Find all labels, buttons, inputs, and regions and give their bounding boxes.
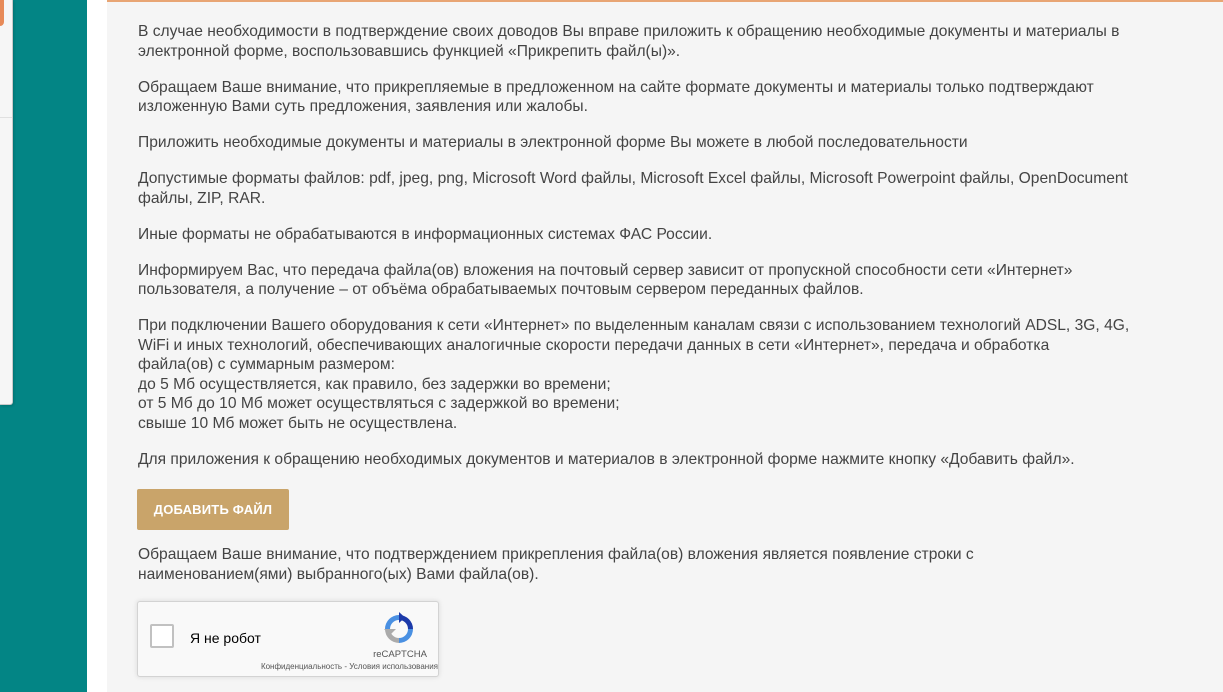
recaptcha-links: Конфиденциальность - Условия использован… xyxy=(238,662,438,671)
paragraph-attach-order: Приложить необходимые документы и матери… xyxy=(138,134,968,151)
attachment-confirmation-note: Обращаем Ваше внимание, что подтверждени… xyxy=(138,546,974,583)
recaptcha-terms-link[interactable]: Условия использования xyxy=(349,662,438,671)
recaptcha-privacy-link[interactable]: Конфиденциальность xyxy=(261,662,342,671)
paragraph-attach-note: Обращаем Ваше внимание, что прикрепляемы… xyxy=(138,78,1094,116)
recaptcha-label: Я не робот xyxy=(190,630,261,646)
paragraph-transfer-info: Информируем Вас, что передача файла(ов) … xyxy=(138,261,1073,299)
paragraph-add-file-hint: Для приложения к обращению необходимых д… xyxy=(138,450,1075,468)
panel-divider xyxy=(0,117,12,118)
orange-tab-edge xyxy=(0,0,4,26)
gutter xyxy=(87,0,107,692)
add-file-button[interactable]: ДОБАВИТЬ ФАЙЛ xyxy=(137,489,289,530)
teal-sidebar-strip xyxy=(0,0,87,692)
main-content: В случае необходимости в подтверждение с… xyxy=(107,0,1223,692)
attachment-instructions: В случае необходимости в подтверждение с… xyxy=(138,22,1218,486)
recaptcha-brand: reCAPTCHA xyxy=(373,649,427,660)
recaptcha-checkbox[interactable] xyxy=(150,624,174,648)
recaptcha-widget: Я не робот reCAPTCHA Конфиденциальность … xyxy=(137,601,439,677)
recaptcha-logo-icon xyxy=(384,612,413,643)
left-side-panel xyxy=(0,0,13,405)
paragraph-allowed-formats: Допустимые форматы файлов: pdf, jpeg, pn… xyxy=(138,170,1128,207)
paragraph-other-formats: Иные форматы не обрабатываются в информа… xyxy=(138,225,713,243)
paragraph-attach-info: В случае необходимости в подтверждение с… xyxy=(138,23,1120,60)
paragraph-size-limits: При подключении Вашего оборудования к се… xyxy=(138,317,1130,432)
